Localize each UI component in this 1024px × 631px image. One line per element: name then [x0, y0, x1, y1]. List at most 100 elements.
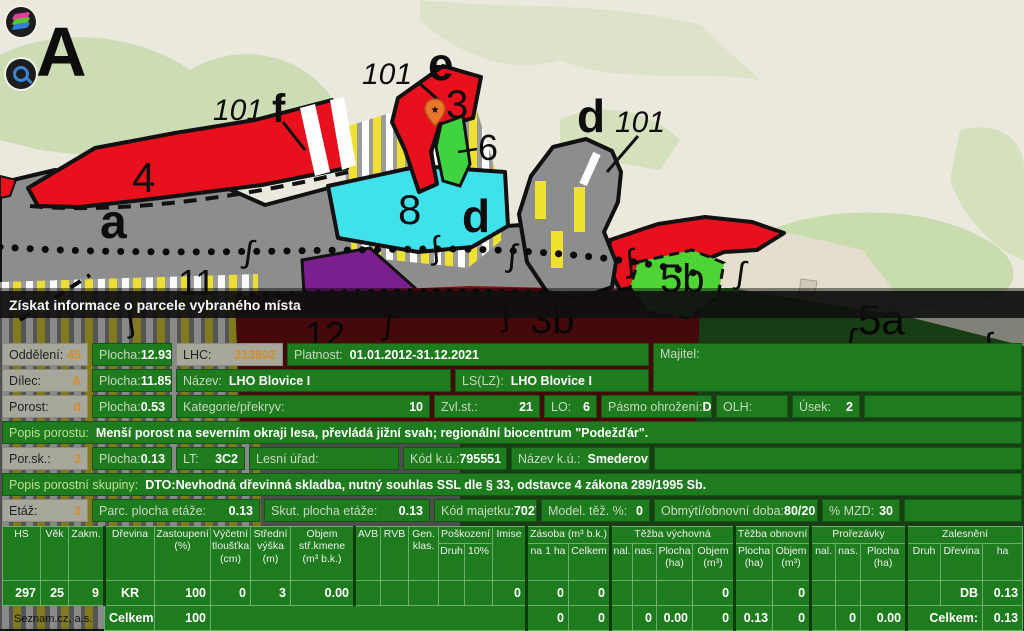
col-objem-kmene: Objem stř.kmene (m³ b.k.) — [291, 527, 355, 581]
col-imise: Imise — [493, 527, 527, 581]
ghost-cell — [41, 606, 69, 631]
sub-plocha-ha: Plocha (ha) — [861, 544, 907, 581]
sub-nal: nal. — [611, 544, 633, 581]
info-row-porsk: Por.sk.:3 Plocha:0.13 LT:3C2 Lesní úřad:… — [0, 447, 1024, 470]
field-lt: LT:3C2 — [176, 447, 245, 470]
field-parc-plocha: Parc. plocha etáže:0.13 — [92, 499, 260, 522]
total-tv-objem: 0 — [693, 606, 735, 631]
field-value: 80/20 — [784, 504, 815, 518]
col-rvb: RVB — [381, 527, 409, 581]
stand-8-label: 8 — [398, 186, 421, 233]
cell-hs: 297 — [3, 581, 41, 606]
field-value: 01.01.2012-31.12.2021 — [350, 348, 479, 362]
field-label: Plocha: — [99, 400, 141, 414]
field-label: Kód k.ú.: — [410, 452, 459, 466]
field-empty — [904, 499, 1022, 522]
info-row-dilec: Dílec:A Plocha:11.85 Název:LHO Blovice I… — [0, 369, 1024, 392]
info-row-etaz: Etáž:3 Parc. plocha etáže:0.13 Skut. plo… — [0, 499, 1024, 522]
field-label: Platnost: — [294, 348, 343, 362]
stand-total-row: Celkem: 100 0 0 0 0.00 0 0.13 0 0 0.00 C… — [3, 606, 1023, 631]
col-drevina: Dřevina — [105, 527, 155, 581]
group-tezba-obnovni: Těžba obnovní — [735, 527, 811, 544]
field-kod-ku: Kód k.ú.:795551 — [403, 447, 507, 470]
cell-avb — [355, 581, 381, 606]
field-porost: Porost:d — [2, 395, 88, 418]
sub-objem-m3: Objem (m³) — [693, 544, 735, 581]
field-kategorie: Kategorie/překryv:10 — [176, 395, 430, 418]
cell-vycetni: 0 — [211, 581, 251, 606]
total-to-plocha: 0.13 — [735, 606, 773, 631]
field-label: Plocha: — [99, 374, 141, 388]
cell-gen-klas — [409, 581, 439, 606]
field-value: 12.93 — [141, 348, 172, 362]
cell-tv-nas — [633, 581, 657, 606]
total-zas-celkem: 0 — [569, 606, 611, 631]
cell-zal-drevina: DB — [941, 581, 983, 606]
field-value: 45 — [67, 348, 81, 362]
total-tv-nal — [611, 606, 633, 631]
field-empty — [864, 395, 1022, 418]
field-label: Kód majetku: — [441, 504, 514, 518]
search-button[interactable] — [6, 59, 36, 89]
cell-posk-druh — [439, 581, 465, 606]
sub-nas: nas. — [836, 544, 861, 581]
field-etaz: Etáž:3 — [2, 499, 88, 522]
cell-posk-10 — [465, 581, 493, 606]
sub-nas: nas. — [633, 544, 657, 581]
field-value: 0.13 — [229, 504, 253, 518]
map-tooltip-bar: Získat informace o parcele vybraného mís… — [0, 291, 1024, 318]
field-label: Lesní úřad: — [256, 452, 319, 466]
sub-ha: ha — [983, 544, 1023, 581]
cell-zas-na1ha: 0 — [527, 581, 569, 606]
cell-tv-nal — [611, 581, 633, 606]
cell-zakm: 9 — [69, 581, 105, 606]
field-value: D — [703, 400, 712, 414]
field-label: Název: — [183, 374, 222, 388]
field-value: 0.53 — [141, 400, 165, 414]
cell-tv-objem: 0 — [693, 581, 735, 606]
map-tooltip-text: Získat informace o parcele vybraného mís… — [9, 297, 301, 313]
field-plocha-dilec: Plocha:11.85 — [92, 369, 172, 392]
info-row-popis-porostu: Popis porostu:Menší porost na severním o… — [0, 421, 1024, 444]
layers-button[interactable] — [6, 7, 36, 37]
field-value: 11.85 — [141, 374, 172, 388]
cell-rvb — [381, 581, 409, 606]
col-vek: Věk — [41, 527, 69, 581]
total-pr-nas: 0 — [836, 606, 861, 631]
stand-4-label: 4 — [132, 154, 155, 201]
ghost-cell — [69, 606, 105, 631]
stand-6-label: 6 — [478, 127, 498, 168]
total-zas-na1ha: 0 — [527, 606, 569, 631]
cell-zal-ha: 0.13 — [983, 581, 1023, 606]
field-value: 0 — [636, 504, 643, 518]
stand-data-row: 297 25 9 KR 100 0 3 0.00 0 0 0 0 0 DB 0.… — [3, 581, 1023, 606]
field-label: % MZD: — [829, 504, 874, 518]
col-vycetni: Výčetní tloušťka (cm) — [211, 527, 251, 581]
field-label: LO: — [551, 400, 571, 414]
total-tv-plocha: 0.00 — [657, 606, 693, 631]
info-row-oddeleni: Oddělení:45 Plocha:12.93 LHC:313802 Plat… — [0, 343, 1024, 366]
group-prorezavky: Prořezávky — [811, 527, 907, 544]
field-value: 0.13 — [399, 504, 423, 518]
field-value: 0.13 — [141, 452, 165, 466]
field-value: 2 — [846, 400, 853, 414]
field-popis-porostu: Popis porostu:Menší porost na severním o… — [2, 421, 1022, 444]
field-label: Kategorie/překryv: — [183, 400, 284, 414]
field-kod-majetku: Kód majetku:70270 — [434, 499, 537, 522]
cell-to-plocha — [735, 581, 773, 606]
field-lslz: LS(LZ):LHO Blovice I — [455, 369, 649, 392]
col-stredni: Střední výška (m) — [251, 527, 291, 581]
col-gen-klas: Gen. klas. — [409, 527, 439, 581]
total-zastoupeni: 100 — [155, 606, 211, 631]
field-popis-skupiny: Popis porostní skupiny:DTO:Nevhodná dřev… — [2, 473, 1022, 496]
field-value: 21 — [519, 400, 533, 414]
field-value: A — [72, 374, 81, 388]
field-label: Majitel: — [660, 347, 700, 361]
field-label: LT: — [183, 452, 199, 466]
cell-drevina: KR — [105, 581, 155, 606]
total-label: Celkem: — [105, 606, 155, 631]
field-dilec: Dílec:A — [2, 369, 88, 392]
cell-pr-plocha — [861, 581, 907, 606]
cell-vek: 25 — [41, 581, 69, 606]
stand-3-label: 3 — [446, 83, 468, 127]
